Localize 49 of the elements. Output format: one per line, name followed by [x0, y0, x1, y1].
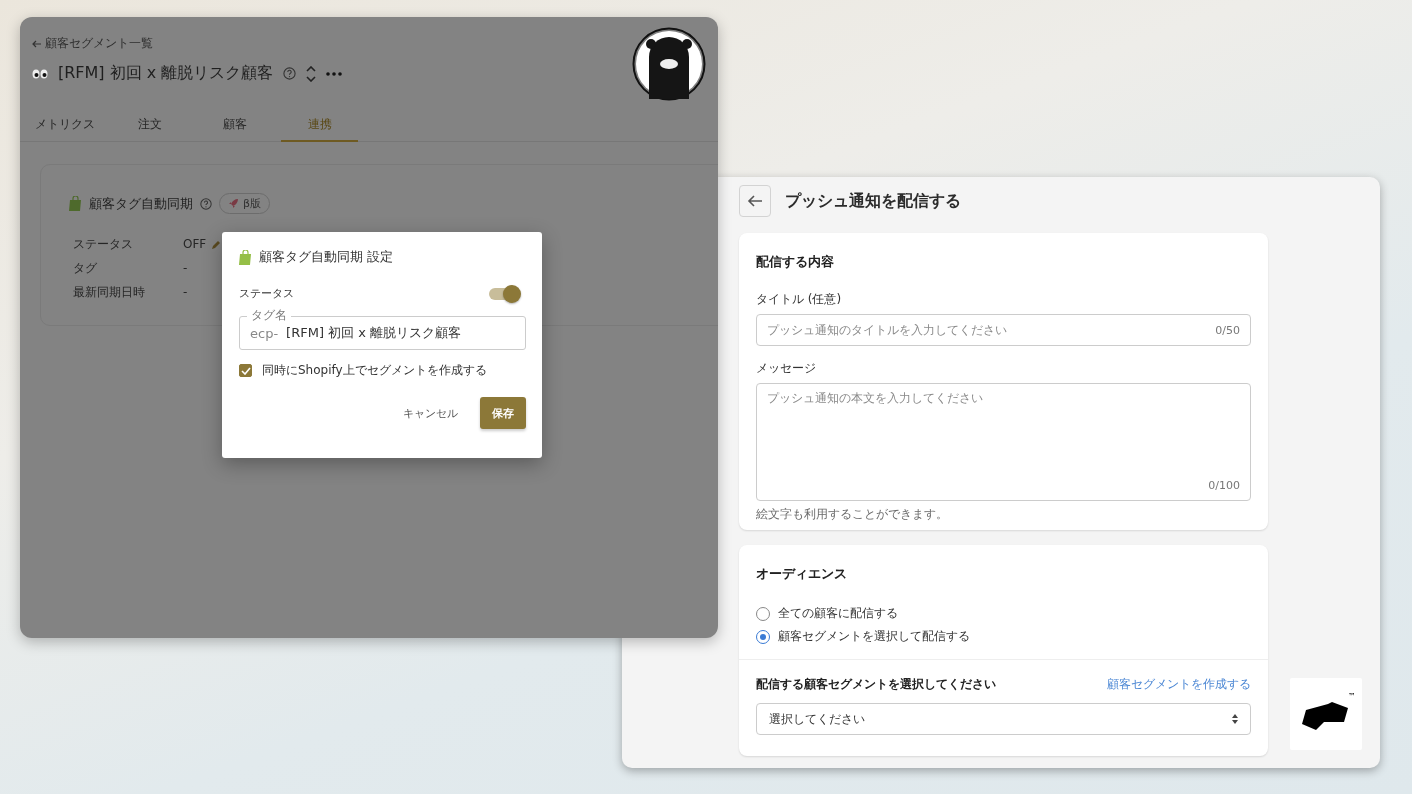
cancel-button[interactable]: キャンセル [391, 397, 470, 429]
radio-option[interactable]: 顧客セグメントを選択して配信する [756, 628, 1251, 645]
trademark-mark: ™ [1348, 692, 1356, 701]
row-value: - [183, 285, 188, 299]
help-icon[interactable] [283, 67, 297, 80]
tab[interactable]: 注文 [111, 108, 188, 142]
more-icon[interactable] [326, 71, 343, 76]
helper-text: 絵文字も利用することができます。 [756, 506, 949, 523]
row-value: OFF [183, 237, 207, 251]
save-button[interactable]: 保存 [480, 397, 526, 429]
help-icon[interactable] [200, 197, 212, 210]
create-segment-link[interactable]: 顧客セグメントを作成する [1107, 676, 1251, 693]
radio-option[interactable]: 全ての顧客に配信する [756, 605, 1251, 622]
pencil-icon[interactable] [212, 239, 222, 249]
checkbox[interactable] [239, 364, 252, 377]
field-label: メッセージ [756, 360, 817, 377]
tab[interactable]: メトリクス [26, 108, 103, 142]
row-value: - [183, 261, 188, 275]
chevron-updown-icon [1232, 714, 1238, 724]
row-label: タグ [73, 259, 98, 277]
page-title: プッシュ通知を配信する [785, 190, 961, 212]
card-title: 顧客タグ自動同期 [89, 194, 193, 213]
shopping-bag-icon [239, 249, 252, 265]
message-field[interactable]: プッシュ通知の本文を入力してください 0/100 [756, 383, 1251, 501]
section-heading: オーディエンス [756, 565, 848, 583]
sort-icon[interactable] [306, 65, 317, 82]
title-field[interactable]: プッシュ通知のタイトルを入力してください 0/50 [756, 314, 1251, 346]
dialog-title: 顧客タグ自動同期 設定 [259, 248, 394, 266]
tab[interactable]: 顧客 [196, 108, 273, 142]
segment-title: [RFM] 初回 x 離脱リスク顧客 [58, 63, 274, 84]
status-toggle[interactable] [489, 287, 519, 300]
tab[interactable]: 連携 [281, 108, 358, 142]
checkbox-label: 同時にShopify上でセグメントを作成する [262, 362, 487, 379]
back-arrow-icon [747, 194, 763, 208]
status-label: ステータス [239, 286, 294, 301]
segment-select[interactable]: 選択してください [756, 703, 1251, 735]
back-arrow-icon [32, 39, 41, 48]
field-label: タイトル (任意) [756, 291, 843, 308]
back-button[interactable] [739, 185, 771, 217]
rocket-icon [228, 198, 239, 209]
section-heading: 配信する内容 [756, 253, 835, 271]
field-label: 配信する顧客セグメントを選択してください [756, 676, 996, 693]
back-link[interactable]: 顧客セグメント一覧 [45, 35, 153, 52]
badge-label: β版 [243, 196, 262, 211]
eyes-icon [32, 68, 48, 79]
avatar-icon[interactable] [632, 27, 706, 101]
row-label: 最新同期日時 [73, 283, 146, 301]
shopping-bag-icon [69, 196, 82, 211]
row-label: ステータス [73, 235, 134, 253]
